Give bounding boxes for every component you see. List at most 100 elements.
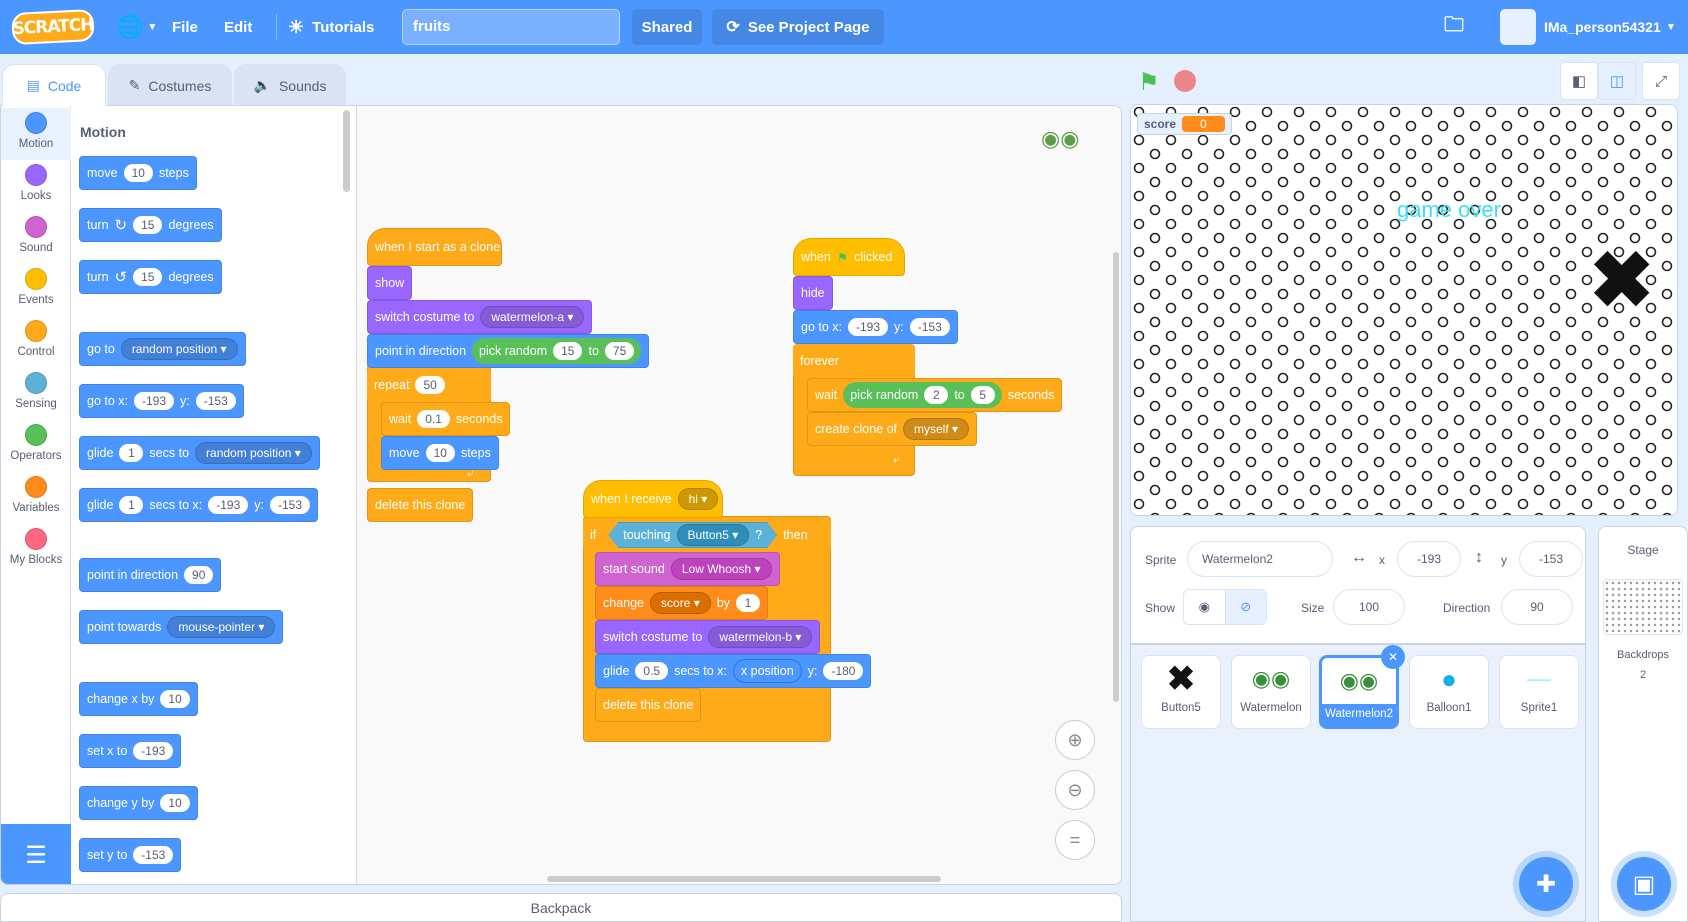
block-wait[interactable]: wait 0.1 seconds: [381, 402, 511, 436]
sprite-tile-watermelon[interactable]: ◉◉ Watermelon: [1231, 655, 1311, 729]
block-create-clone[interactable]: create clone of myself ▾: [807, 412, 978, 446]
choose-backdrop-button[interactable]: ▣: [1617, 857, 1671, 911]
avatar[interactable]: [1500, 9, 1536, 45]
block-input[interactable]: 2: [924, 386, 949, 404]
block-if-then[interactable]: if touching Button5 ▾? then: [583, 518, 831, 552]
block-input[interactable]: -153: [133, 846, 174, 864]
block-dropdown[interactable]: watermelon-b ▾: [708, 626, 813, 648]
block-turn-right[interactable]: turn ↻ 15 degrees: [79, 208, 222, 242]
sprite-tile-balloon1[interactable]: ● Balloon1: [1409, 655, 1489, 729]
block-delete-this-clone[interactable]: delete this clone: [367, 488, 474, 522]
y-position-input[interactable]: -153: [1519, 541, 1583, 577]
scripts-area[interactable]: ◉◉ when I start as a clone show switch c…: [357, 106, 1121, 884]
block-wait-random[interactable]: wait pick random 2 to 5 seconds: [807, 378, 1063, 412]
tab-costumes[interactable]: ✎ Costumes: [108, 64, 232, 106]
see-project-page-button[interactable]: ⟳ See Project Page: [712, 9, 884, 45]
block-input[interactable]: 15: [133, 268, 163, 286]
block-input[interactable]: 5: [970, 386, 995, 404]
tutorials-button[interactable]: ☀ Tutorials: [288, 0, 374, 54]
block-input[interactable]: 1: [119, 444, 144, 462]
block-set-y[interactable]: set y to -153: [79, 838, 182, 872]
pick-random-operator[interactable]: pick random 2 to 5: [843, 382, 1002, 408]
eye-icon[interactable]: ◉: [1184, 590, 1225, 624]
block-input[interactable]: 1: [119, 496, 144, 514]
fullscreen-button[interactable]: ⤢: [1642, 62, 1680, 100]
block-input[interactable]: 75: [604, 342, 635, 360]
block-glide-to[interactable]: glide 1 secs to random position ▾: [79, 436, 320, 470]
shared-button[interactable]: Shared: [632, 9, 702, 45]
touching-condition[interactable]: touching Button5 ▾?: [608, 522, 777, 548]
block-dropdown[interactable]: hi ▾: [677, 488, 719, 510]
block-input[interactable]: 1: [735, 594, 760, 612]
block-input[interactable]: -193: [133, 742, 174, 760]
block-input[interactable]: 10: [425, 444, 455, 462]
block-turn-left[interactable]: turn ↺ 15 degrees: [79, 260, 222, 294]
eye-slash-icon[interactable]: ⊘: [1224, 590, 1266, 624]
category-looks[interactable]: Looks: [1, 160, 71, 212]
block-input[interactable]: -153: [909, 318, 950, 336]
block-dropdown[interactable]: random position ▾: [120, 338, 238, 360]
category-my-blocks[interactable]: My Blocks: [1, 524, 71, 576]
block-dropdown[interactable]: myself ▾: [903, 418, 970, 440]
category-control[interactable]: Control: [1, 316, 71, 368]
block-show[interactable]: show: [367, 266, 413, 300]
direction-input[interactable]: 90: [1501, 589, 1573, 625]
block-input[interactable]: 50: [415, 376, 445, 394]
block-input[interactable]: 15: [553, 342, 583, 360]
block-input[interactable]: 10: [160, 690, 190, 708]
stop-icon[interactable]: [1174, 70, 1196, 92]
block-input[interactable]: 10: [160, 794, 190, 812]
stage-selector[interactable]: Stage Backdrops 2 ▣: [1598, 526, 1688, 922]
pick-random-operator[interactable]: pick random 15 to 75: [472, 338, 642, 364]
horizontal-scrollbar[interactable]: [547, 876, 941, 882]
block-dropdown[interactable]: score ▾: [650, 592, 711, 614]
block-switch-costume[interactable]: switch costume to watermelon-a ▾: [367, 300, 593, 334]
block-go-to[interactable]: go to random position ▾: [79, 332, 246, 366]
small-stage-button[interactable]: ◧: [1560, 62, 1598, 100]
block-point-in-direction[interactable]: point in direction pick random 15 to 75: [367, 334, 650, 368]
block-point-in-direction[interactable]: point in direction 90: [79, 558, 222, 592]
x-position-input[interactable]: -193: [1397, 541, 1461, 577]
block-change-x[interactable]: change x by 10: [79, 682, 198, 716]
block-input[interactable]: -153: [195, 392, 236, 410]
block-move-steps[interactable]: move 10 steps: [79, 156, 197, 190]
block-dropdown[interactable]: Button5 ▾: [677, 524, 750, 546]
block-input[interactable]: 90: [184, 566, 214, 584]
block-input[interactable]: -193: [134, 392, 175, 410]
block-when-i-receive[interactable]: when I receive hi ▾: [583, 480, 723, 518]
block-input[interactable]: -153: [269, 496, 311, 514]
backpack[interactable]: Backpack: [0, 893, 1122, 922]
choose-sprite-button[interactable]: ✚: [1519, 857, 1573, 911]
language-menu[interactable]: 🌐 ▼: [116, 0, 157, 54]
block-repeat[interactable]: repeat 50: [367, 368, 491, 402]
block-input[interactable]: -193: [848, 318, 889, 336]
category-operators[interactable]: Operators: [1, 420, 71, 472]
block-dropdown[interactable]: watermelon-a ▾: [480, 306, 585, 328]
block-change-y[interactable]: change y by 10: [79, 786, 198, 820]
large-stage-button[interactable]: ◫: [1598, 62, 1636, 100]
zoom-reset-button[interactable]: =: [1055, 820, 1095, 860]
vertical-scrollbar[interactable]: [1113, 252, 1119, 702]
block-input[interactable]: 10: [123, 164, 153, 182]
block-when-i-start-as-clone[interactable]: when I start as a clone: [367, 228, 502, 266]
block-dropdown[interactable]: mouse-pointer ▾: [167, 616, 276, 638]
block-input[interactable]: 0.1: [417, 410, 450, 428]
x-position-reporter[interactable]: x position: [732, 659, 802, 683]
block-point-towards[interactable]: point towards mouse-pointer ▾: [79, 610, 284, 644]
green-flag-icon[interactable]: ⚑: [1138, 68, 1160, 97]
block-dropdown[interactable]: Low Whoosh ▾: [670, 558, 772, 580]
username[interactable]: IMa_person54321: [1544, 0, 1661, 54]
block-input[interactable]: 0.5: [635, 662, 669, 680]
chevron-down-icon[interactable]: ▼: [1666, 0, 1676, 54]
block-forever[interactable]: forever: [793, 344, 915, 378]
block-input[interactable]: -193: [208, 496, 249, 514]
size-input[interactable]: 100: [1333, 589, 1405, 625]
palette-scrollbar[interactable]: [343, 110, 350, 192]
block-hide[interactable]: hide: [793, 276, 833, 310]
block-when-flag-clicked[interactable]: when ⚑ clicked: [793, 238, 905, 276]
category-variables[interactable]: Variables: [1, 472, 71, 524]
score-monitor[interactable]: score 0: [1137, 113, 1232, 135]
block-start-sound[interactable]: start sound Low Whoosh ▾: [595, 552, 780, 586]
tab-code[interactable]: ▤ Code: [2, 64, 106, 106]
sprite-tile-sprite1[interactable]: —— Sprite1: [1499, 655, 1579, 729]
